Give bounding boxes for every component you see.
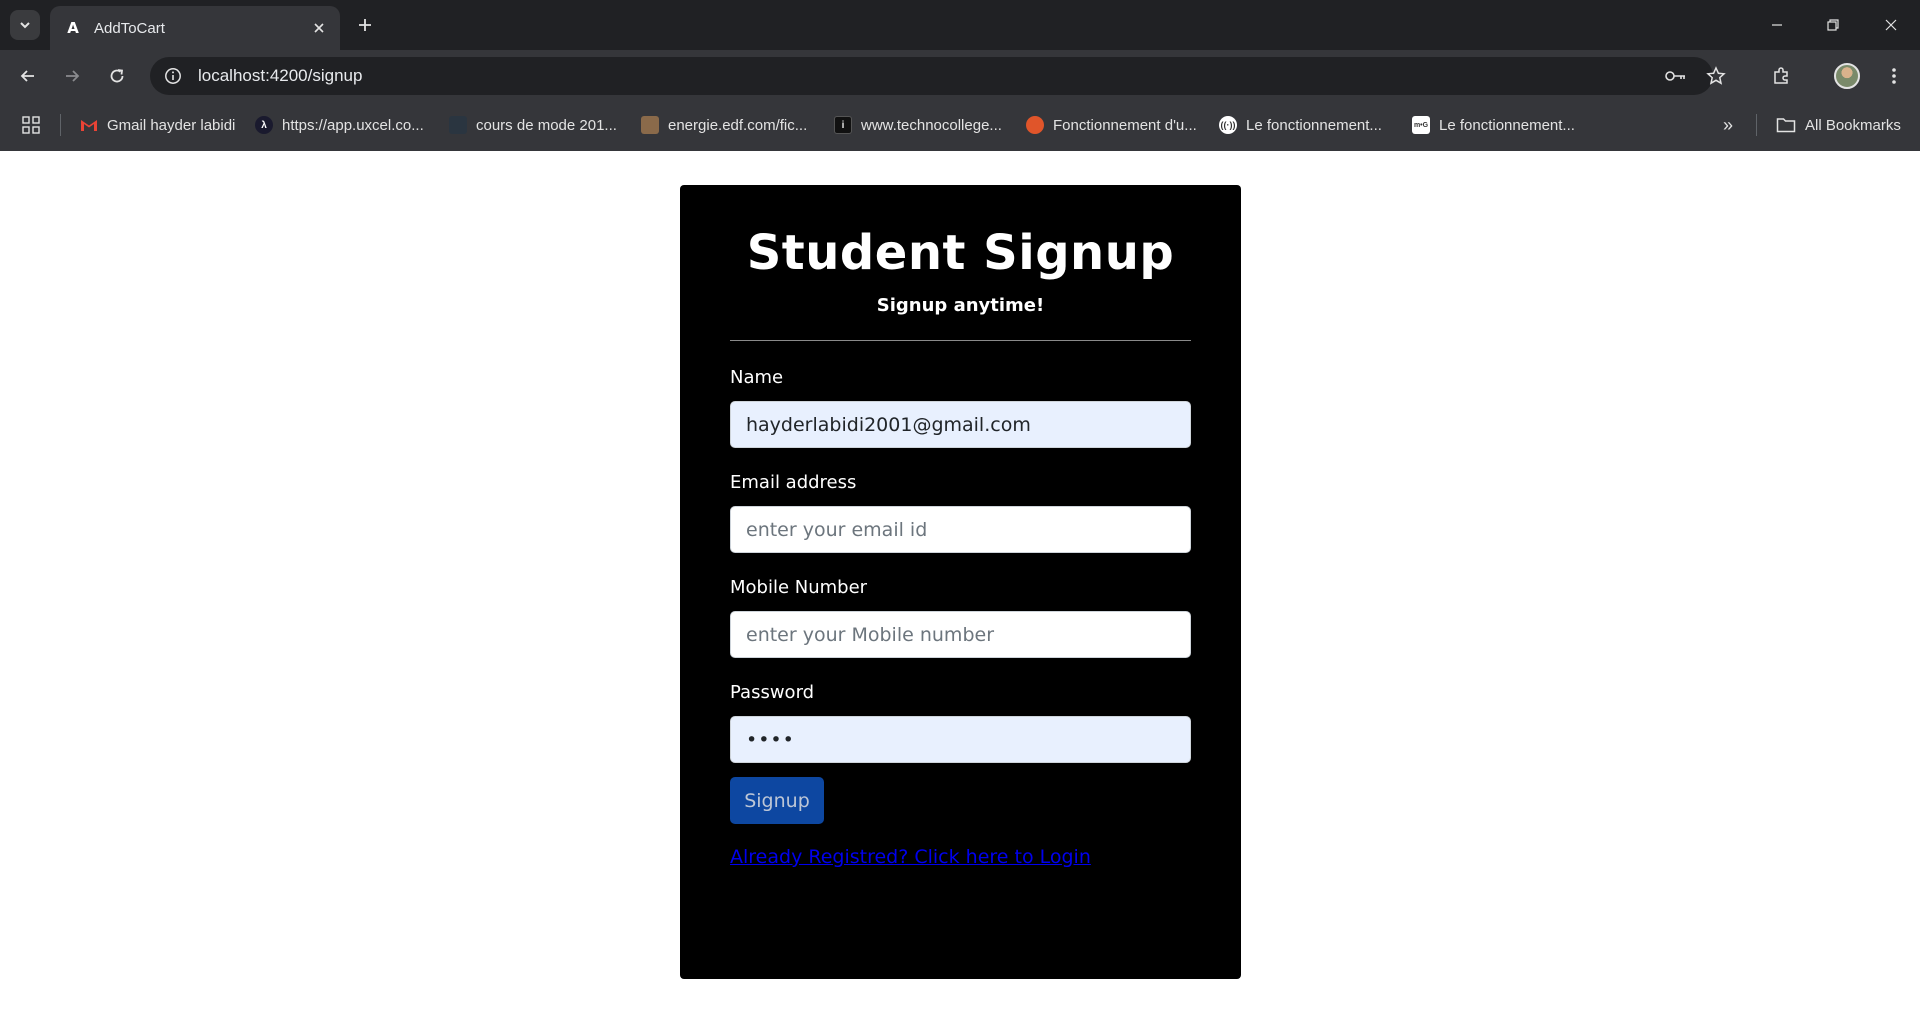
menu-button[interactable] bbox=[1880, 62, 1908, 90]
page-content: Student Signup Signup anytime! Name hayd… bbox=[0, 151, 1920, 1030]
orange-site-icon bbox=[1026, 116, 1044, 134]
bookmark-technocollege[interactable]: i www.technocollege... bbox=[834, 113, 1002, 137]
bookmark-fonctionnement-3[interactable]: m•G Le fonctionnement... bbox=[1412, 113, 1575, 137]
all-bookmarks-label: All Bookmarks bbox=[1805, 116, 1901, 134]
bookmark-uxcel[interactable]: λ https://app.uxcel.co... bbox=[255, 113, 424, 137]
bookmark-label: Le fonctionnement... bbox=[1246, 116, 1382, 134]
email-label: Email address bbox=[730, 472, 857, 493]
technocollege-icon: i bbox=[834, 116, 852, 134]
profile-avatar[interactable] bbox=[1834, 63, 1860, 89]
signup-card: Student Signup Signup anytime! Name hayd… bbox=[680, 185, 1241, 979]
name-value: hayderlabidi2001@gmail.com bbox=[746, 413, 1031, 436]
back-button[interactable] bbox=[14, 62, 42, 90]
reload-icon bbox=[110, 69, 124, 83]
extensions-button[interactable] bbox=[1767, 62, 1795, 90]
close-tab-button[interactable] bbox=[310, 19, 328, 37]
bookmark-cours-de-mode[interactable]: cours de mode 201... bbox=[449, 113, 617, 137]
puzzle-icon bbox=[1774, 67, 1788, 84]
bookmark-fonctionnement-1[interactable]: Fonctionnement d'u... bbox=[1026, 113, 1197, 137]
all-bookmarks-button[interactable]: All Bookmarks bbox=[1776, 113, 1901, 137]
tab-bar: A AddToCart bbox=[0, 0, 1920, 50]
bookmark-label: www.technocollege... bbox=[861, 116, 1002, 134]
new-tab-button[interactable] bbox=[353, 13, 377, 37]
mobile-label: Mobile Number bbox=[730, 577, 868, 598]
email-placeholder: enter your email id bbox=[746, 518, 928, 541]
name-input[interactable]: hayderlabidi2001@gmail.com bbox=[730, 401, 1191, 448]
mg-site-icon: m•G bbox=[1412, 116, 1430, 134]
bookmark-label: Gmail hayder labidi bbox=[107, 116, 236, 134]
plus-icon bbox=[359, 19, 371, 31]
more-vert-icon bbox=[1892, 68, 1896, 84]
url-text[interactable]: localhost:4200/signup bbox=[198, 66, 362, 86]
bookmarks-bar: Gmail hayder labidi λ https://app.uxcel.… bbox=[0, 100, 1920, 151]
gmail-icon bbox=[80, 116, 98, 134]
tab-search-button[interactable] bbox=[10, 10, 40, 40]
password-value: •••• bbox=[746, 728, 795, 751]
bookmark-label: Fonctionnement d'u... bbox=[1053, 116, 1197, 134]
apps-grid-icon[interactable] bbox=[20, 114, 42, 136]
arrow-left-icon bbox=[20, 70, 34, 82]
page-title: Student Signup bbox=[746, 225, 1175, 281]
bookmark-label: energie.edf.com/fic... bbox=[668, 116, 808, 134]
minimize-icon bbox=[1772, 24, 1782, 26]
angular-icon: A bbox=[67, 19, 79, 37]
name-label: Name bbox=[730, 367, 784, 388]
address-bar[interactable]: localhost:4200/signup bbox=[150, 57, 1726, 95]
restore-button[interactable] bbox=[1818, 12, 1848, 38]
browser-chrome: A AddToCart localhost:4200/signup Gmail … bbox=[0, 0, 1920, 151]
divider bbox=[730, 340, 1191, 341]
close-icon bbox=[1885, 19, 1897, 31]
signup-button[interactable]: Signup bbox=[730, 777, 824, 824]
forward-button[interactable] bbox=[58, 62, 86, 90]
close-icon bbox=[314, 23, 324, 33]
bookmark-edf[interactable]: energie.edf.com/fic... bbox=[641, 113, 807, 137]
browser-toolbar: localhost:4200/signup bbox=[0, 50, 1920, 100]
page-subtitle: Signup anytime! bbox=[876, 295, 1045, 316]
password-input[interactable]: •••• bbox=[730, 716, 1191, 763]
chevron-down-icon bbox=[20, 22, 30, 29]
password-key-icon[interactable] bbox=[1663, 63, 1689, 89]
password-label: Password bbox=[730, 682, 815, 703]
bookmark-label: cours de mode 201... bbox=[476, 116, 617, 134]
more-bookmarks-button[interactable]: » bbox=[1716, 113, 1740, 137]
bookmarks-divider bbox=[1756, 114, 1757, 136]
radio-site-icon: ((·)) bbox=[1219, 116, 1237, 134]
bookmark-fonctionnement-2[interactable]: ((·)) Le fonctionnement... bbox=[1219, 113, 1382, 137]
login-link[interactable]: Already Registred? Click here to Login bbox=[730, 846, 1191, 868]
tab-title: AddToCart bbox=[94, 19, 165, 37]
bookmarks-divider bbox=[60, 114, 61, 136]
arrow-right-icon bbox=[66, 70, 80, 82]
active-tab[interactable]: A AddToCart bbox=[50, 6, 340, 50]
uxcel-icon: λ bbox=[255, 116, 273, 134]
edf-icon bbox=[641, 116, 659, 134]
folder-icon bbox=[1776, 118, 1796, 133]
bookmark-gmail[interactable]: Gmail hayder labidi bbox=[80, 113, 235, 137]
bookmark-label: Le fonctionnement... bbox=[1439, 116, 1575, 134]
mobile-placeholder: enter your Mobile number bbox=[746, 623, 995, 646]
bookmark-label: https://app.uxcel.co... bbox=[282, 116, 424, 134]
email-input[interactable]: enter your email id bbox=[730, 506, 1191, 553]
mobile-input[interactable]: enter your Mobile number bbox=[730, 611, 1191, 658]
generic-site-icon bbox=[449, 116, 467, 134]
restore-icon bbox=[1827, 19, 1839, 31]
site-info-icon[interactable] bbox=[162, 65, 184, 87]
chevron-double-right-icon: » bbox=[1722, 114, 1733, 135]
close-window-button[interactable] bbox=[1876, 12, 1906, 38]
bookmark-star-icon[interactable] bbox=[1703, 63, 1729, 89]
reload-button[interactable] bbox=[103, 62, 131, 90]
minimize-button[interactable] bbox=[1762, 12, 1792, 38]
